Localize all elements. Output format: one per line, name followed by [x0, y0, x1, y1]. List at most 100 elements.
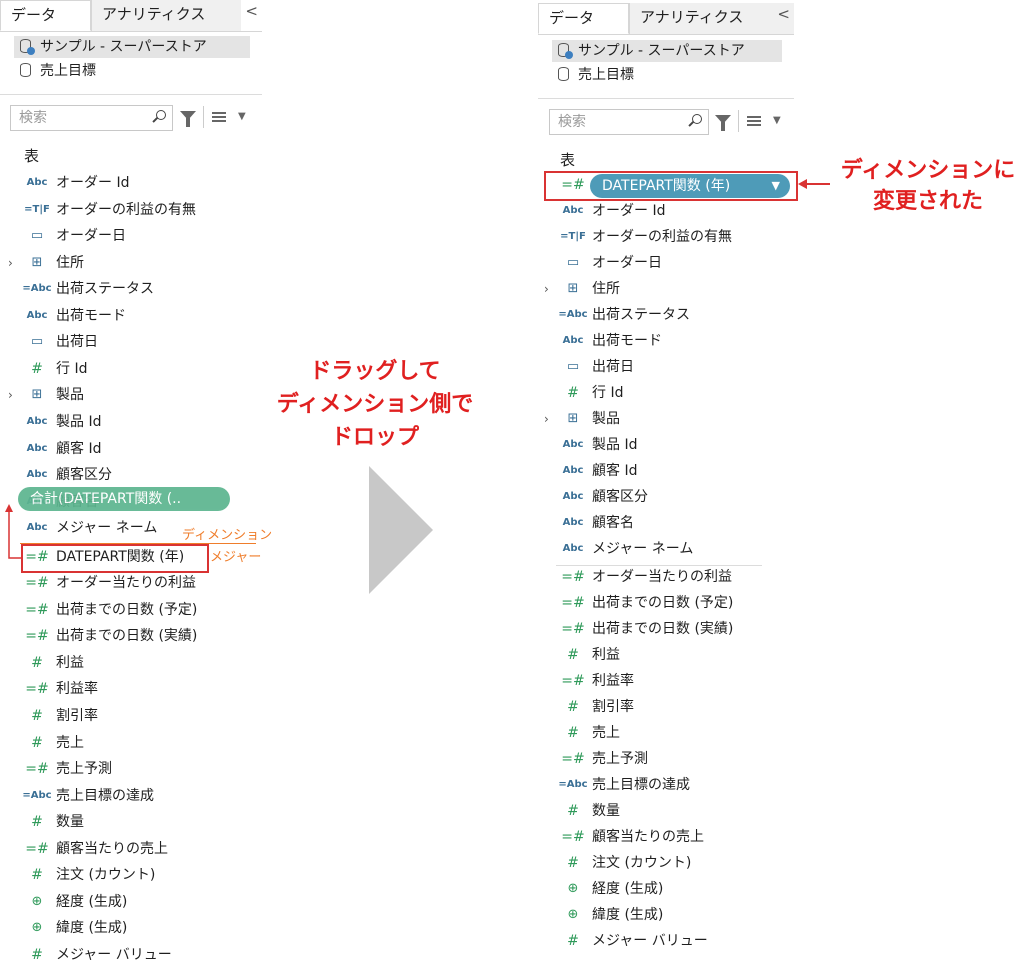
field-label: 割引率 — [592, 699, 634, 715]
calc-number-icon: =# — [561, 595, 585, 611]
chevron-down-icon[interactable]: ▼ — [773, 115, 781, 126]
number-icon: # — [567, 699, 579, 715]
database-icon — [558, 67, 569, 81]
note-line: ディメンションに — [840, 158, 1016, 183]
view-options-icon[interactable] — [212, 112, 226, 122]
view-options-icon[interactable] — [747, 116, 761, 126]
expand-icon[interactable]: › — [8, 251, 13, 275]
field-label: 製品 — [56, 387, 84, 404]
calc-number-icon: =# — [25, 761, 49, 778]
hierarchy-icon: ⊞ — [567, 281, 579, 296]
field-label: 顧客 Id — [592, 463, 638, 479]
tab-data[interactable]: データ — [538, 3, 629, 34]
field-label: 出荷日 — [592, 359, 634, 375]
number-icon: # — [31, 867, 43, 884]
calendar-icon: ▭ — [30, 334, 44, 350]
field-label: 製品 — [592, 411, 620, 427]
field-label: 出荷までの日数 (実績) — [592, 621, 734, 637]
field-label: 出荷までの日数 (予定) — [592, 595, 734, 611]
calc-string-icon: =Abc — [22, 789, 52, 801]
field-label: オーダー Id — [56, 175, 130, 191]
field-label: 注文 (カウント) — [592, 855, 692, 871]
number-icon: # — [567, 803, 579, 819]
section-label-table: 表 — [560, 151, 576, 169]
expand-icon[interactable]: › — [8, 383, 13, 407]
string-icon: Abc — [562, 439, 584, 450]
divider — [538, 98, 794, 99]
field-label: 緯度 (生成) — [592, 907, 664, 923]
hierarchy-icon: ⊞ — [31, 254, 43, 270]
string-icon: Abc — [562, 205, 584, 216]
divider — [203, 106, 204, 128]
field-label: 売上予測 — [56, 761, 112, 778]
field-label: 行 Id — [56, 360, 88, 377]
number-icon: # — [567, 725, 579, 741]
search-icon — [692, 114, 702, 124]
field-label: オーダー Id — [592, 203, 666, 219]
datasource-sales-target[interactable]: 売上目標 — [552, 64, 782, 86]
field-label: メジャー ネーム — [592, 541, 694, 557]
field-label: 出荷ステータス — [592, 307, 690, 323]
datasource-superstore[interactable]: サンプル - スーパーストア — [552, 40, 782, 62]
field-label: 顧客 Id — [56, 440, 102, 457]
field-label: 利益 — [56, 654, 84, 671]
next-arrow-icon — [369, 466, 433, 594]
data-pane-after: データ アナリティクス < サンプル - スーパーストア 売上目標 検索 ▼ 表… — [538, 0, 798, 976]
divider — [738, 110, 739, 132]
tab-analytics[interactable]: アナリティクス — [629, 3, 794, 34]
tab-data[interactable]: データ — [0, 0, 91, 31]
field-label: 住所 — [592, 281, 620, 297]
collapse-icon[interactable]: < — [245, 2, 258, 20]
expand-icon[interactable]: › — [544, 277, 549, 301]
search-input[interactable]: 検索 — [10, 105, 173, 131]
field-label: 出荷までの日数 (予定) — [56, 601, 198, 618]
search-icon — [156, 110, 166, 120]
filter-icon[interactable] — [180, 111, 196, 127]
calc-number-icon: =# — [561, 751, 585, 767]
instruction-line: ドラッグして — [309, 359, 441, 384]
search-placeholder: 検索 — [19, 110, 47, 126]
calendar-icon: ▭ — [566, 255, 580, 270]
dragged-field-pill[interactable]: 合計(DATEPART関数 (.. — [18, 487, 230, 511]
string-icon: Abc — [562, 465, 584, 476]
field-label: 利益率 — [592, 673, 634, 689]
field-label: 出荷日 — [56, 334, 98, 351]
instruction-line: ディメンション側で — [276, 392, 474, 417]
search-input[interactable]: 検索 — [549, 109, 709, 135]
field-label: 出荷までの日数 (実績) — [56, 628, 198, 645]
collapse-icon[interactable]: < — [777, 5, 790, 23]
database-icon — [20, 63, 31, 77]
datasource-sales-target[interactable]: 売上目標 — [14, 60, 250, 82]
measure-area-label: メジャー — [210, 550, 262, 565]
dimension-area-label: ディメンション — [182, 528, 273, 543]
calc-string-icon: =Abc — [22, 283, 52, 295]
calc-number-icon: =# — [561, 829, 585, 845]
datasource-label: 売上目標 — [40, 63, 96, 79]
filter-icon[interactable] — [715, 115, 731, 131]
calc-number-icon: =# — [25, 840, 49, 857]
string-icon: Abc — [562, 543, 584, 554]
field-label: 出荷ステータス — [56, 281, 154, 298]
datasource-superstore[interactable]: サンプル - スーパーストア — [14, 36, 250, 58]
calc-string-icon: =Abc — [558, 309, 588, 320]
number-icon: # — [567, 647, 579, 663]
calc-number-icon: =# — [561, 621, 585, 637]
field-label: 製品 Id — [592, 437, 638, 453]
number-icon: # — [567, 855, 579, 871]
calc-number-icon: =# — [561, 569, 585, 585]
dimension-measure-divider — [556, 565, 762, 566]
chevron-down-icon[interactable]: ▼ — [238, 111, 246, 122]
field-label: 製品 Id — [56, 413, 102, 430]
calc-number-icon: =# — [25, 601, 49, 618]
string-icon: Abc — [26, 415, 48, 427]
field-label: 利益 — [592, 647, 620, 663]
tab-analytics[interactable]: アナリティクス — [91, 0, 241, 31]
string-icon: Abc — [562, 517, 584, 528]
globe-icon: ⊕ — [31, 893, 43, 909]
data-pane-before: データ アナリティクス < サンプル - スーパーストア 売上目標 検索 ▼ 表… — [0, 0, 272, 976]
number-icon: # — [567, 933, 579, 949]
field-label: オーダー当たりの利益 — [592, 569, 732, 585]
expand-icon[interactable]: › — [544, 407, 549, 431]
field-label: メジャー バリュー — [592, 933, 708, 949]
field-label: オーダー当たりの利益 — [56, 575, 196, 592]
